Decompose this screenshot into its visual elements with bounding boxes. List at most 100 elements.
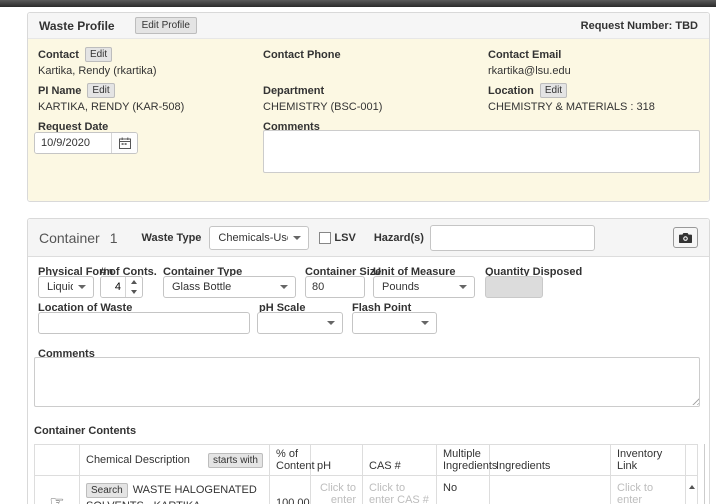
container-contents-table: Chemical Description starts with % of Co… — [34, 444, 698, 504]
container-number: 1 — [110, 230, 118, 246]
column-header-percent-of-content: % of Content — [270, 445, 311, 476]
cas-cell[interactable]: Click to enter CAS # — [363, 476, 437, 504]
location-of-waste-input[interactable] — [38, 312, 250, 334]
window-top-bar — [0, 0, 716, 7]
unit-of-measure-value: Pounds — [382, 281, 419, 293]
chevron-down-icon — [421, 321, 429, 325]
waste-profile-title: Waste Profile — [39, 19, 115, 33]
department-field: Department CHEMISTRY (BSC-001) — [263, 83, 382, 113]
column-header-chemical-description: Chemical Description starts with — [80, 445, 270, 476]
location-label: Location — [488, 85, 534, 97]
container-type-value: Glass Bottle — [172, 281, 231, 293]
column-header-cas: CAS # — [363, 445, 437, 476]
hazards-label: Hazard(s) — [374, 232, 424, 244]
num-conts-input[interactable] — [101, 277, 125, 297]
unit-of-measure-select[interactable]: Pounds — [373, 276, 475, 298]
department-label: Department — [263, 85, 324, 97]
row-selector-cell[interactable]: ☞ — [35, 476, 80, 504]
column-header-ingredients: Ingredients — [490, 445, 611, 476]
waste-type-label: Waste Type — [142, 232, 202, 244]
container-body: Physical Form Liquid # of Conts. Contain… — [28, 257, 709, 504]
stepper-up-button[interactable] — [126, 277, 142, 287]
hazards-input[interactable] — [430, 225, 595, 251]
container-header: Container 1 Waste Type Chemicals-Used LS… — [28, 219, 709, 257]
pi-name-field: PI Name Edit KARTIKA, RENDY (KAR-508) — [38, 83, 184, 113]
chevron-down-icon — [280, 285, 288, 289]
pi-name-value: KARTIKA, RENDY (KAR-508) — [38, 101, 184, 113]
container-type-select[interactable]: Glass Bottle — [163, 276, 296, 298]
multiple-ingredients-cell[interactable]: No — [437, 476, 490, 504]
profile-comments-textarea[interactable] — [263, 130, 700, 173]
contact-field: Contact Edit Kartika, Rendy (rkartika) — [38, 47, 157, 77]
camera-button[interactable] — [673, 227, 698, 248]
quantity-disposed-input — [485, 276, 543, 298]
contact-email-label: Contact Email — [488, 49, 561, 61]
chevron-down-icon — [459, 285, 467, 289]
percent-of-content-cell[interactable]: 100.00 — [270, 476, 311, 504]
chemical-description-header-label: Chemical Description — [86, 454, 190, 466]
edit-profile-button[interactable]: Edit Profile — [135, 17, 197, 34]
point-right-icon: ☞ — [49, 493, 64, 504]
chevron-down-icon — [78, 285, 86, 289]
num-conts-stepper — [100, 276, 143, 298]
table-row: ☞ SearchWASTE HALOGENATED SOLVENTS - KAR… — [35, 476, 698, 504]
contact-edit-button[interactable]: Edit — [85, 47, 112, 62]
chevron-down-icon — [327, 321, 335, 325]
container-size-input[interactable] — [305, 276, 365, 298]
request-date-input[interactable] — [35, 133, 111, 153]
calendar-button[interactable] — [111, 133, 137, 153]
container-title: Container 1 — [39, 230, 118, 246]
inventory-link-cell[interactable]: Click to enter Inventory Link # — [611, 476, 686, 504]
contact-phone-field: Contact Phone — [263, 47, 341, 65]
contact-email-field: Contact Email rkartika@lsu.edu — [488, 47, 571, 77]
contact-phone-label: Contact Phone — [263, 49, 341, 61]
waste-type-value: Chemicals-Used — [218, 232, 288, 244]
column-header-inventory-link: Inventory Link — [611, 445, 686, 476]
department-value: CHEMISTRY (BSC-001) — [263, 101, 382, 113]
waste-profile-body: Contact Edit Kartika, Rendy (rkartika) C… — [28, 39, 709, 201]
physical-form-select[interactable]: Liquid — [38, 276, 94, 298]
request-date-label: Request Date — [38, 121, 108, 133]
lsv-label: LSV — [334, 232, 355, 244]
camera-icon — [679, 233, 692, 243]
lsv-field: LSV — [319, 232, 355, 244]
column-header-scrollbar-spacer — [686, 445, 698, 476]
triangle-down-icon — [131, 290, 137, 294]
search-button[interactable]: Search — [86, 483, 128, 498]
stepper-down-button[interactable] — [126, 287, 142, 297]
column-header-multiple-ingredients: Multiple Ingredients — [437, 445, 490, 476]
waste-profile-panel: Waste Profile Edit Profile Request Numbe… — [27, 12, 710, 202]
chevron-down-icon — [293, 236, 301, 240]
container-contents-title: Container Contents — [34, 425, 136, 437]
location-edit-button[interactable]: Edit — [540, 83, 567, 98]
container-panel: Container 1 Waste Type Chemicals-Used LS… — [27, 218, 710, 504]
column-header-ph: pH — [311, 445, 363, 476]
chemical-description-cell[interactable]: SearchWASTE HALOGENATED SOLVENTS - KARTI… — [80, 476, 270, 504]
ph-cell[interactable]: Click to enter pH — [311, 476, 363, 504]
scroll-up-icon — [689, 485, 695, 489]
physical-form-value: Liquid — [47, 281, 73, 293]
table-scrollbar[interactable] — [686, 476, 698, 504]
pi-name-label: PI Name — [38, 85, 81, 97]
waste-type-select[interactable]: Chemicals-Used — [209, 226, 309, 250]
waste-profile-header: Waste Profile Edit Profile Request Numbe… — [28, 13, 709, 39]
ph-scale-select[interactable] — [257, 312, 343, 334]
lsv-checkbox[interactable] — [319, 232, 331, 244]
table-header-row: Chemical Description starts with % of Co… — [35, 445, 698, 476]
location-value: CHEMISTRY & MATERIALS : 318 — [488, 101, 655, 113]
location-field: Location Edit CHEMISTRY & MATERIALS : 31… — [488, 83, 655, 113]
pi-name-edit-button[interactable]: Edit — [87, 83, 114, 98]
column-header-selector — [35, 445, 80, 476]
flash-point-select[interactable] — [352, 312, 437, 334]
contact-value: Kartika, Rendy (rkartika) — [38, 65, 157, 77]
calendar-icon — [119, 137, 131, 149]
ingredients-cell — [490, 476, 611, 504]
container-title-text: Container — [39, 230, 100, 246]
grid-outer-border — [704, 444, 705, 504]
triangle-up-icon — [131, 280, 137, 284]
request-number: Request Number: TBD — [581, 20, 698, 32]
request-date-group — [34, 132, 138, 154]
starts-with-button[interactable]: starts with — [208, 453, 263, 468]
contact-label: Contact — [38, 49, 79, 61]
container-comments-textarea[interactable] — [34, 357, 700, 407]
